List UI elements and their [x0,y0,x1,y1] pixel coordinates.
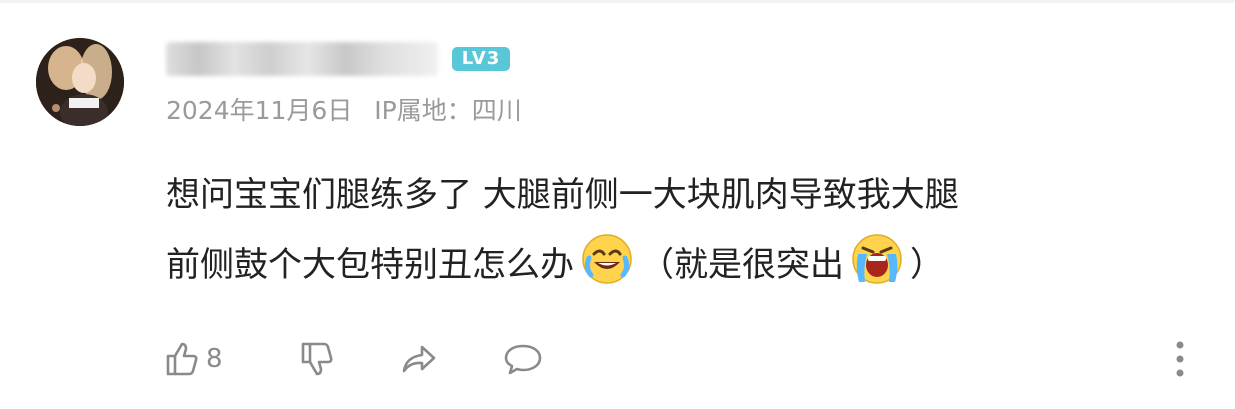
avatar-image [36,38,124,126]
share-arrow-icon [398,338,440,380]
comment-line-2: 前侧鼓个大包特别丑怎么办 （就是很突出 ） [166,230,1176,300]
comment-line-2-text: 前侧鼓个大包特别丑怎么办 [166,245,574,285]
thumbs-up-icon [160,338,202,380]
comment-line-2-close-paren: ） [910,245,944,285]
reply-button[interactable] [502,334,544,384]
comment-text: 想问宝宝们腿练多了 大腿前侧一大块肌肉导致我大腿 前侧鼓个大包特别丑怎么办 （就… [166,160,1176,300]
more-options-button[interactable] [1165,334,1195,384]
top-divider [0,0,1235,3]
comment-meta: 2024年11月6日 IP属地：四川 [166,94,536,128]
laughing-crying-face-icon [580,232,634,286]
speech-bubble-icon [502,338,544,380]
share-button[interactable] [398,334,440,384]
ip-location: IP属地：四川 [374,96,522,125]
comment-date: 2024年11月6日 [166,96,353,125]
level-badge: LV3 [452,47,510,71]
like-button[interactable]: 8 [160,334,223,384]
user-avatar[interactable] [36,38,124,126]
comment-line-1: 想问宝宝们腿练多了 大腿前侧一大块肌肉导致我大腿 [166,175,959,215]
username-redacted[interactable] [166,42,438,76]
like-count: 8 [206,344,223,374]
comment-line-2-paren-text: （就是很突出 [640,245,844,285]
thumbs-down-icon [295,338,337,380]
loudly-crying-face-icon [850,232,904,286]
comment-action-bar: 8 [160,334,1220,384]
dislike-button[interactable] [295,334,337,384]
more-vertical-icon [1165,337,1195,381]
